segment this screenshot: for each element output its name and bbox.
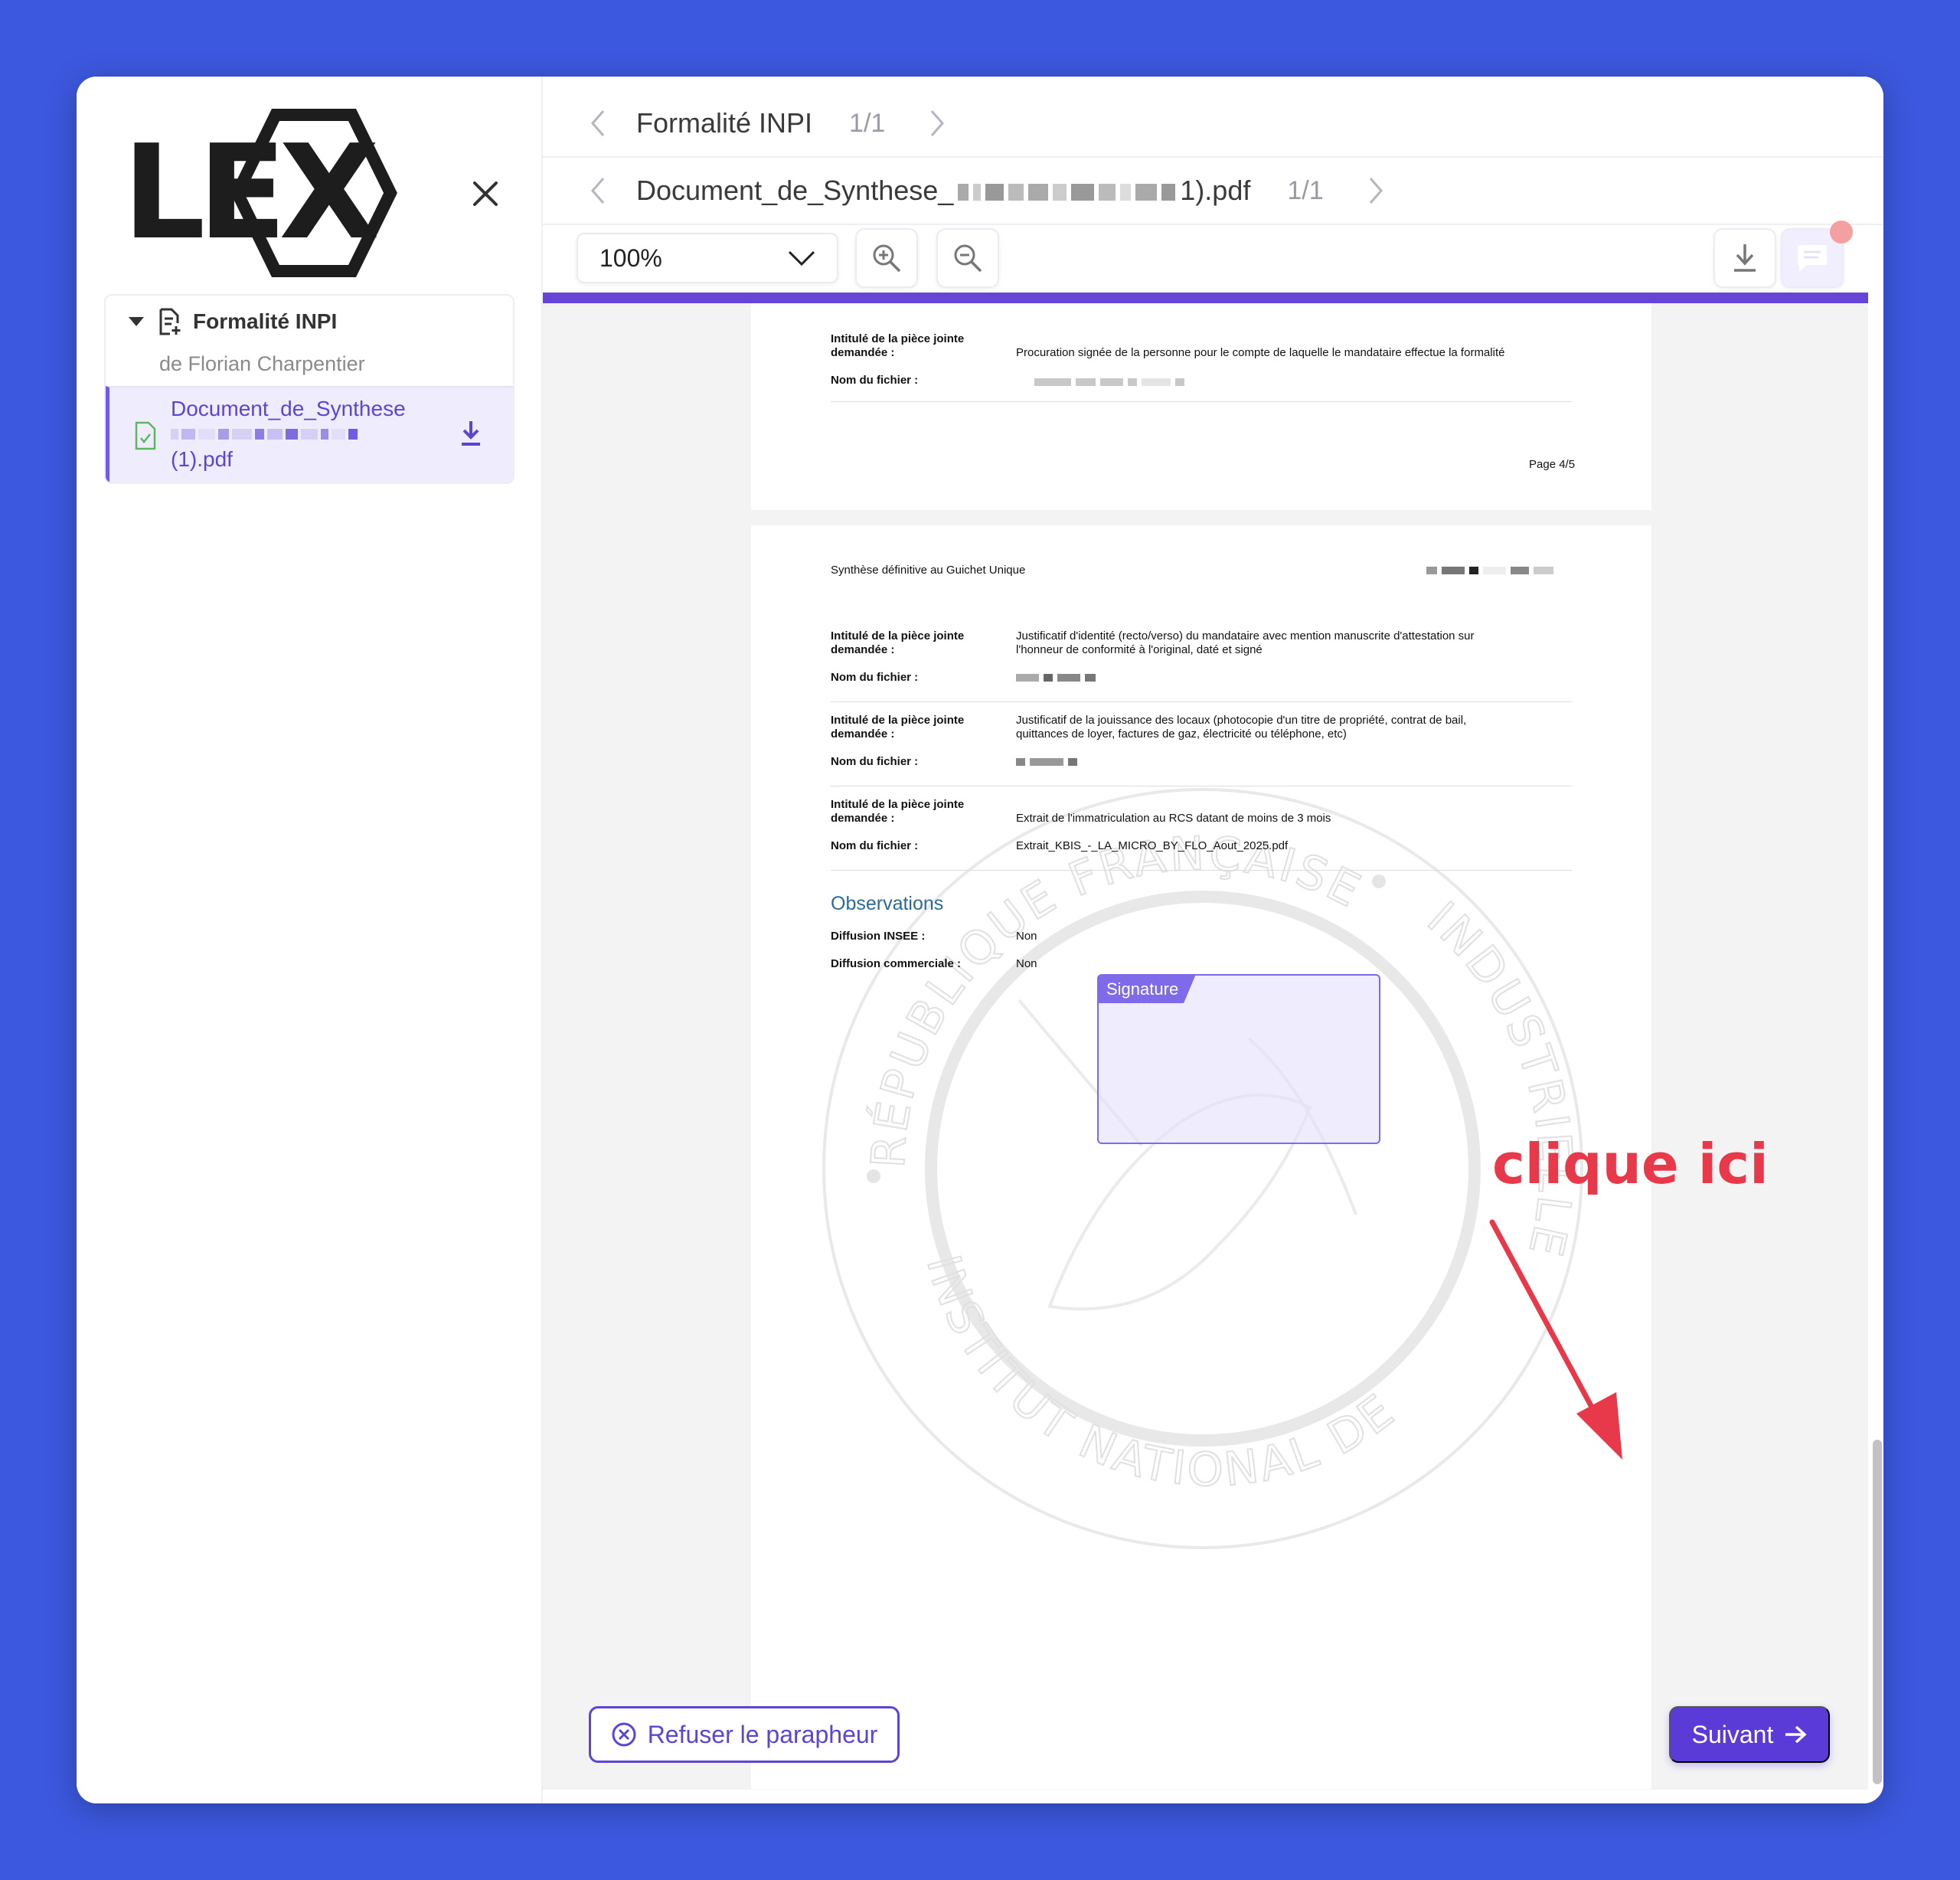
- document-nav: Document_de_Synthese_ 1).pdf 1/1: [543, 158, 1883, 225]
- attachment-value: Procuration signée de la personne pour l…: [1016, 346, 1505, 359]
- document-title: Document_de_Synthese_ 1).pdf: [636, 175, 1250, 207]
- divider: [831, 401, 1572, 402]
- zoom-in-button[interactable]: [855, 228, 918, 288]
- seal-text-right: INDUSTRIELLE: [1416, 891, 1579, 1264]
- chevron-right-icon: [931, 110, 945, 136]
- tree-file-item[interactable]: Document_de_Synthese (1).pdf: [106, 386, 513, 482]
- annotation-arrow-icon: [1489, 1219, 1622, 1460]
- attachment-label-2: Intitulé de la pièce jointe demandée :: [831, 714, 965, 741]
- svg-text:INDUSTRIELLE: INDUSTRIELLE: [1417, 892, 1582, 1264]
- tree-folder[interactable]: Formalité INPI de Florian Charpentier: [106, 296, 513, 386]
- document-tree: Formalité INPI de Florian Charpentier Do…: [104, 294, 514, 484]
- formality-title: Formalité INPI: [636, 107, 813, 139]
- file-name-end: (1).pdf: [171, 447, 233, 471]
- download-icon: [462, 421, 480, 446]
- page-number: Page 4/5: [1529, 458, 1576, 471]
- file-download-button[interactable]: [459, 420, 482, 451]
- file-name-start: Document_de_Synthese: [171, 397, 406, 420]
- close-sidebar-button[interactable]: [466, 174, 505, 214]
- attachment-value-2: Justificatif de la jouissance des locaux…: [1016, 714, 1467, 741]
- filename-label-2: Nom du fichier :: [831, 755, 919, 768]
- app-window: LEX Formalité INPI de Florian Charpentie…: [77, 77, 1883, 1803]
- next-formality-button[interactable]: [922, 108, 952, 139]
- diffusion-commerciale-label: Diffusion commerciale :: [831, 957, 962, 970]
- chevron-right-icon: [1369, 178, 1383, 204]
- attachment-label-3: Intitulé de la pièce jointe demandée :: [831, 798, 965, 825]
- zoom-select[interactable]: 100%: [577, 233, 838, 283]
- diffusion-insee-label: Diffusion INSEE :: [831, 930, 926, 943]
- redacted-filename: [171, 427, 498, 441]
- document-count: 1/1: [1287, 175, 1324, 205]
- viewer-scrollbar[interactable]: [1873, 1440, 1882, 1784]
- filename-value-3: Extrait_KBIS_-_LA_MICRO_BY_FLO_Aout_2025…: [1016, 839, 1289, 852]
- pdf-viewer[interactable]: Intitulé de la pièce jointe demandée : P…: [543, 303, 1868, 1790]
- chevron-left-icon: [591, 178, 605, 204]
- chat-icon: [1798, 245, 1827, 273]
- attachment-value-3: Extrait de l'immatriculation au RCS data…: [1016, 812, 1331, 825]
- download-icon: [1734, 244, 1756, 272]
- document-title-start: Document_de_Synthese_: [636, 175, 954, 206]
- zoom-in-icon: [873, 244, 901, 273]
- divider: [831, 870, 1572, 871]
- folder-title: Formalité INPI: [193, 309, 338, 333]
- click-here-annotation: clique ici: [1492, 1132, 1769, 1196]
- diffusion-insee-value: Non: [1016, 930, 1037, 943]
- close-icon: [473, 181, 498, 206]
- formality-count: 1/1: [849, 108, 886, 138]
- next-document-button[interactable]: [1361, 175, 1391, 206]
- attachment-label: Intitulé de la pièce jointe demandée :: [831, 332, 965, 359]
- progress-bar: [543, 293, 1868, 303]
- logo-text: LEX: [122, 117, 377, 269]
- notification-badge: [1830, 221, 1853, 244]
- zoom-out-icon: [954, 244, 982, 273]
- document-title-end: 1).pdf: [1180, 175, 1251, 206]
- arrow-right-icon: [1785, 1725, 1807, 1744]
- diffusion-commerciale-value: Non: [1016, 957, 1037, 970]
- lex-logo: LEX: [122, 109, 406, 277]
- close-circle-icon: [612, 1722, 636, 1747]
- zoom-out-button[interactable]: [936, 228, 999, 288]
- caret-down-icon[interactable]: [129, 317, 144, 326]
- folder-subtitle: de Florian Charpentier: [159, 352, 365, 375]
- pdf-page-4: Intitulé de la pièce jointe demandée : P…: [751, 303, 1651, 510]
- sidebar: LEX Formalité INPI de Florian Charpentie…: [77, 77, 541, 1803]
- attachment-label-1: Intitulé de la pièce jointe demandée :: [831, 629, 965, 656]
- zoom-value: 100%: [599, 244, 662, 272]
- document-add-icon: [159, 308, 181, 335]
- filename-label-3: Nom du fichier :: [831, 839, 919, 852]
- next-label: Suivant: [1691, 1720, 1774, 1748]
- redacted-header-ref: [1426, 567, 1553, 574]
- redacted-filename-2: [1016, 758, 1077, 766]
- chevron-down-icon: [788, 250, 815, 266]
- signature-field[interactable]: Signature: [1097, 974, 1380, 1144]
- formality-nav: Formalité INPI 1/1: [543, 77, 1883, 158]
- attachment-value-1: Justificatif d'identité (recto/verso) du…: [1016, 629, 1475, 656]
- signature-label: Signature: [1099, 976, 1196, 1003]
- refuse-parapheur-button[interactable]: Refuser le parapheur: [589, 1706, 900, 1763]
- main-panel: Formalité INPI 1/1 Document_de_Synthese_…: [541, 77, 1883, 1803]
- prev-formality-button[interactable]: [583, 108, 613, 139]
- refuse-label: Refuser le parapheur: [647, 1720, 878, 1748]
- viewer-toolbar: 100%: [543, 221, 1883, 293]
- file-check-icon: [135, 421, 156, 450]
- download-document-button[interactable]: [1713, 228, 1776, 288]
- filename-label: Nom du fichier :: [831, 374, 919, 387]
- observations-title: Observations: [831, 893, 944, 914]
- chevron-left-icon: [591, 110, 605, 136]
- redacted-filename-1: [1016, 674, 1096, 682]
- page-header-title: Synthèse définitive au Guichet Unique: [831, 564, 1026, 577]
- divider: [831, 701, 1572, 702]
- redacted-filename: [1034, 378, 1184, 386]
- next-button[interactable]: Suivant: [1669, 1706, 1830, 1763]
- filename-label-1: Nom du fichier :: [831, 671, 919, 684]
- prev-document-button[interactable]: [583, 175, 613, 206]
- redacted-document-name: [958, 184, 1176, 201]
